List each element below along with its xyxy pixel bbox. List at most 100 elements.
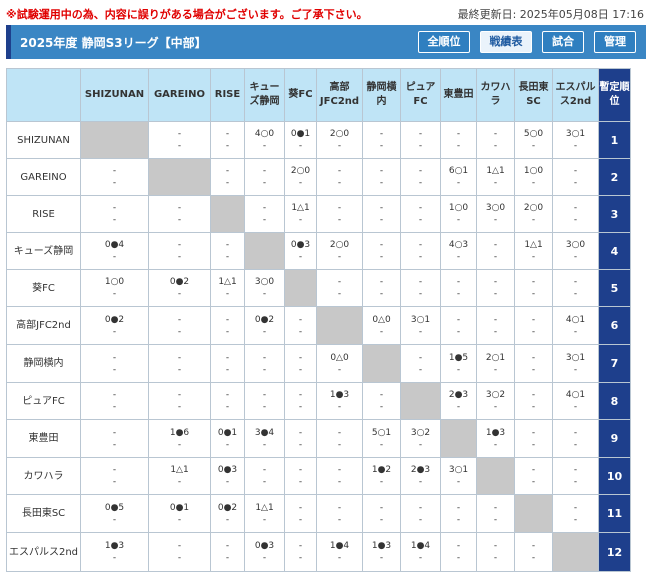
result-cell[interactable]: 1△1- [210, 269, 245, 307]
result-cell[interactable]: 1●5- [440, 344, 477, 383]
result-cell[interactable]: -- [148, 306, 211, 345]
result-cell[interactable]: -- [476, 306, 515, 345]
result-cell[interactable]: 3○1- [552, 344, 599, 383]
result-cell[interactable]: 1●4 - [316, 532, 363, 572]
result-cell[interactable]: -- [244, 195, 285, 233]
result-cell[interactable]: -- [514, 457, 553, 495]
result-cell[interactable]: 2○1- [476, 344, 515, 383]
result-cell[interactable]: -- [362, 121, 401, 159]
result-cell[interactable]: 0●2- [80, 306, 149, 345]
result-cell[interactable]: -- [514, 419, 553, 458]
result-cell[interactable]: 1△1- [514, 232, 553, 270]
row-team-name[interactable]: エスパルス2nd [6, 532, 81, 572]
result-cell[interactable]: -- [400, 121, 441, 159]
result-cell[interactable]: 3○2- [400, 419, 441, 458]
result-cell[interactable]: -- [362, 158, 401, 196]
result-cell[interactable]: 3○0 - [476, 195, 515, 233]
result-cell[interactable]: -- [400, 494, 441, 533]
result-cell[interactable]: -- [362, 269, 401, 307]
result-cell[interactable]: -- [210, 306, 245, 345]
result-cell[interactable]: 1△1- [244, 494, 285, 533]
row-team-name[interactable]: SHIZUNAN [6, 121, 81, 159]
result-cell[interactable]: -- [552, 457, 599, 495]
result-cell[interactable]: 4○0 - [244, 121, 285, 159]
result-cell[interactable]: 4○3 - [440, 232, 477, 270]
result-cell[interactable]: 2○0 - [316, 121, 363, 159]
result-cell[interactable]: 0●2- [148, 269, 211, 307]
result-cell[interactable]: -- [400, 232, 441, 270]
matches-button[interactable]: 試合 [542, 31, 584, 53]
result-cell[interactable]: 0●3 - [284, 232, 317, 270]
result-cell[interactable]: -- [148, 121, 211, 159]
result-cell[interactable]: 1●6- [148, 419, 211, 458]
result-cell[interactable]: -- [440, 306, 477, 345]
result-cell[interactable]: -- [148, 232, 211, 270]
result-cell[interactable]: 1○0 - [80, 269, 149, 307]
result-cell[interactable]: -- [244, 382, 285, 420]
result-cell[interactable]: 1●3- [316, 382, 363, 420]
result-cell[interactable]: -- [400, 269, 441, 307]
result-cell[interactable]: -- [362, 382, 401, 420]
result-cell[interactable]: 1●3- [476, 419, 515, 458]
result-cell[interactable]: 3○2- [476, 382, 515, 420]
result-cell[interactable]: -- [210, 121, 245, 159]
result-cell[interactable]: -- [552, 195, 599, 233]
result-cell[interactable]: -- [80, 158, 149, 196]
result-cell[interactable]: 6○1 - [440, 158, 477, 196]
result-cell[interactable]: 5○0 - [514, 121, 553, 159]
result-cell[interactable]: -- [552, 419, 599, 458]
result-cell[interactable]: -- [80, 195, 149, 233]
result-cell[interactable]: -- [210, 532, 245, 572]
row-team-name[interactable]: RISE [6, 195, 81, 233]
result-cell[interactable]: 1△1- [284, 195, 317, 233]
result-cell[interactable]: -- [514, 382, 553, 420]
row-team-name[interactable]: 長田東SC [6, 494, 81, 533]
result-cell[interactable]: 1●2 - [362, 457, 401, 495]
result-cell[interactable]: -- [148, 195, 211, 233]
result-cell[interactable]: 2●3 - [400, 457, 441, 495]
result-cell[interactable]: -- [284, 532, 317, 572]
result-cell[interactable]: -- [80, 457, 149, 495]
result-cell[interactable]: -- [148, 532, 211, 572]
result-cell[interactable]: -- [80, 344, 149, 383]
result-cell[interactable]: -- [440, 121, 477, 159]
result-cell[interactable]: 0△0- [362, 306, 401, 345]
result-cell[interactable]: 1●3- [362, 532, 401, 572]
result-cell[interactable]: -- [362, 195, 401, 233]
results-table-button[interactable]: 戦績表 [480, 31, 532, 53]
all-rankings-button[interactable]: 全順位 [418, 31, 470, 53]
result-cell[interactable]: -- [514, 306, 553, 345]
result-cell[interactable]: 2●3 - [440, 382, 477, 420]
result-cell[interactable]: 1△1- [148, 457, 211, 495]
result-cell[interactable]: 1●3- [80, 532, 149, 572]
result-cell[interactable]: -- [284, 457, 317, 495]
result-cell[interactable]: 4○1- [552, 382, 599, 420]
result-cell[interactable]: -- [80, 419, 149, 458]
result-cell[interactable]: -- [210, 232, 245, 270]
result-cell[interactable]: -- [362, 494, 401, 533]
result-cell[interactable]: 3○1- [552, 121, 599, 159]
result-cell[interactable]: -- [514, 532, 553, 572]
result-cell[interactable]: 0●3 - [244, 532, 285, 572]
result-cell[interactable]: -- [148, 382, 211, 420]
result-cell[interactable]: -- [210, 158, 245, 196]
result-cell[interactable]: -- [400, 344, 441, 383]
result-cell[interactable]: -- [476, 121, 515, 159]
result-cell[interactable]: -- [284, 382, 317, 420]
result-cell[interactable]: 0●2- [244, 306, 285, 345]
result-cell[interactable]: 4○1- [552, 306, 599, 345]
admin-button[interactable]: 管理 [594, 31, 636, 53]
result-cell[interactable]: -- [284, 306, 317, 345]
result-cell[interactable]: 5○1- [362, 419, 401, 458]
result-cell[interactable]: 2○0 - [284, 158, 317, 196]
result-cell[interactable]: 3●4- [244, 419, 285, 458]
row-team-name[interactable]: 静岡横内 [6, 344, 81, 383]
result-cell[interactable]: -- [440, 494, 477, 533]
result-cell[interactable]: 1△1- [476, 158, 515, 196]
result-cell[interactable]: -- [210, 382, 245, 420]
result-cell[interactable]: -- [148, 344, 211, 383]
result-cell[interactable]: 0●5- [80, 494, 149, 533]
result-cell[interactable]: 0●4 - [80, 232, 149, 270]
result-cell[interactable]: 0●2- [210, 494, 245, 533]
result-cell[interactable]: 1○0 - [514, 158, 553, 196]
